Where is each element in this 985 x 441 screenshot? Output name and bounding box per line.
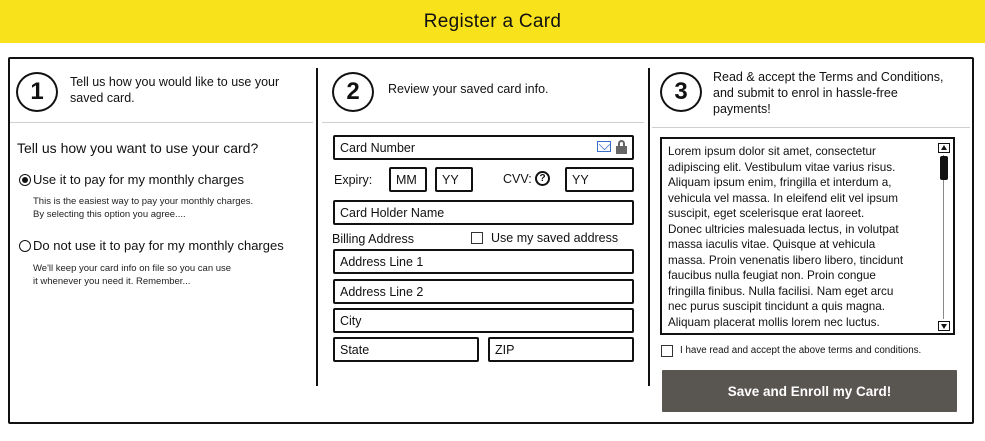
use-saved-address-label: Use my saved address bbox=[491, 231, 619, 245]
step-1-instructions: Tell us how you would like to use your s… bbox=[70, 75, 280, 105]
state-field[interactable]: State bbox=[333, 337, 479, 362]
scroll-up-icon[interactable] bbox=[938, 143, 950, 153]
mail-icon bbox=[597, 141, 611, 152]
page-header: Register a Card bbox=[0, 0, 985, 43]
option-no-pay[interactable]: Do not use it to pay for my monthly char… bbox=[19, 238, 284, 253]
terms-content: Lorem ipsum dolor sit amet, consectetur … bbox=[668, 145, 904, 329]
card-number-field[interactable]: Card Number bbox=[333, 135, 634, 160]
expiry-year-field[interactable]: YY bbox=[435, 167, 473, 192]
cvv-label: CVV: bbox=[503, 172, 532, 186]
accept-terms-label: I have read and accept the above terms a… bbox=[680, 345, 922, 356]
address-line-1-field[interactable]: Address Line 1 bbox=[333, 249, 634, 274]
accept-terms-checkbox[interactable] bbox=[661, 345, 673, 357]
usage-question: Tell us how you want to use your card? bbox=[17, 140, 259, 156]
column-divider-1 bbox=[316, 68, 318, 386]
lock-icon bbox=[616, 140, 627, 154]
step-3-instructions: Read & accept the Terms and Conditions, … bbox=[713, 70, 944, 116]
terms-scrollbar[interactable] bbox=[938, 143, 950, 331]
column-divider-2 bbox=[648, 68, 650, 386]
step-1-separator bbox=[10, 122, 313, 123]
expiry-month-field[interactable]: MM bbox=[389, 167, 427, 192]
card-holder-field[interactable]: Card Holder Name bbox=[333, 200, 634, 225]
step-1-badge: 1 bbox=[16, 72, 58, 112]
address-line-2-field[interactable]: Address Line 2 bbox=[333, 279, 634, 304]
step-2-badge: 2 bbox=[332, 72, 374, 112]
option-pay-monthly[interactable]: Use it to pay for my monthly charges bbox=[19, 172, 244, 187]
terms-textarea[interactable]: Lorem ipsum dolor sit amet, consectetur … bbox=[660, 137, 955, 335]
radio-no-pay[interactable] bbox=[19, 239, 31, 252]
option-pay-monthly-description: This is the easiest way to pay your mont… bbox=[33, 196, 254, 220]
step-2-instructions: Review your saved card info. bbox=[388, 82, 549, 96]
use-saved-address-checkbox[interactable] bbox=[471, 232, 483, 244]
cvv-field[interactable]: YY bbox=[565, 167, 634, 192]
scroll-down-icon[interactable] bbox=[938, 321, 950, 331]
step-2-separator bbox=[322, 122, 644, 123]
save-enroll-button[interactable]: Save and Enroll my Card! bbox=[662, 370, 957, 412]
expiry-label: Expiry: bbox=[334, 173, 373, 187]
zip-field[interactable]: ZIP bbox=[488, 337, 634, 362]
step-3-badge: 3 bbox=[660, 72, 702, 112]
scroll-thumb[interactable] bbox=[940, 156, 948, 180]
billing-address-label: Billing Address bbox=[332, 232, 414, 246]
option-pay-monthly-label: Use it to pay for my monthly charges bbox=[33, 172, 244, 187]
help-icon[interactable]: ? bbox=[535, 171, 550, 186]
option-no-pay-description: We'll keep your card info on file so you… bbox=[33, 263, 232, 287]
step-3-separator bbox=[652, 127, 970, 128]
option-no-pay-label: Do not use it to pay for my monthly char… bbox=[33, 238, 284, 253]
city-field[interactable]: City bbox=[333, 308, 634, 333]
radio-pay-monthly[interactable] bbox=[19, 173, 31, 186]
page-title: Register a Card bbox=[423, 10, 562, 32]
